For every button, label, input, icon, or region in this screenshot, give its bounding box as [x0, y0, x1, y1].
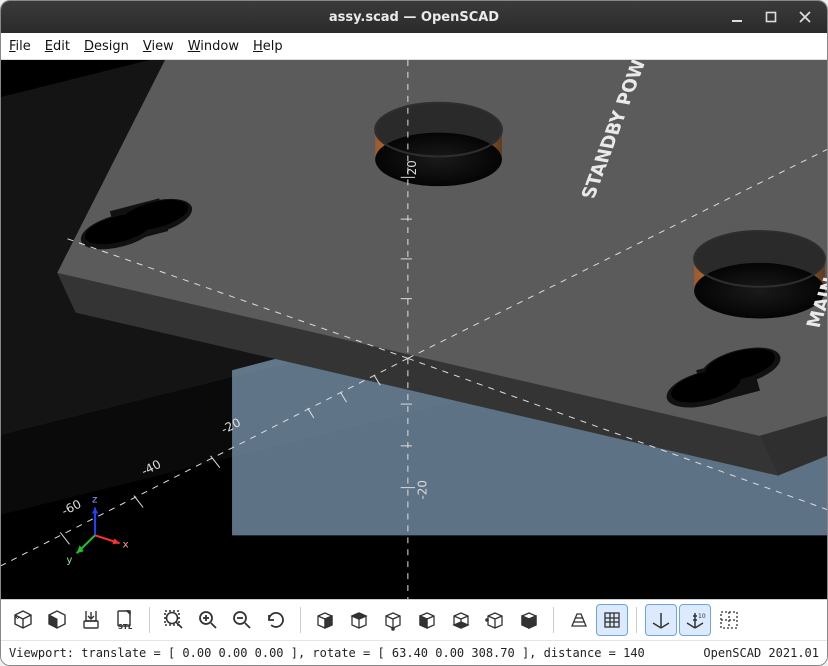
render-button[interactable]: [41, 604, 73, 636]
status-viewport-info: Viewport: translate = [ 0.00 0.00 0.00 ]…: [9, 646, 645, 660]
viewport-3d[interactable]: STANDBY POWER MAIN P: [1, 60, 827, 599]
show-axes-button[interactable]: [645, 604, 677, 636]
export-stl-button[interactable]: STL: [109, 604, 141, 636]
perspective-button[interactable]: [562, 604, 594, 636]
orthogonal-button[interactable]: [596, 604, 628, 636]
view-back-button[interactable]: [479, 604, 511, 636]
show-scale-markers-button[interactable]: 10: [679, 604, 711, 636]
statusbar: Viewport: translate = [ 0.00 0.00 0.00 ]…: [1, 640, 827, 665]
view-front-button[interactable]: [445, 604, 477, 636]
menu-help[interactable]: Help: [253, 39, 283, 54]
svg-text:z: z: [92, 495, 97, 506]
zoom-all-button[interactable]: [158, 604, 190, 636]
svg-text:10: 10: [698, 613, 706, 620]
view-left-button[interactable]: [411, 604, 443, 636]
menu-window[interactable]: Window: [188, 39, 239, 54]
view-bottom-button[interactable]: [377, 604, 409, 636]
svg-text:x: x: [123, 539, 129, 550]
preview-button[interactable]: »: [7, 604, 39, 636]
svg-text:y: y: [66, 555, 72, 566]
app-window: assy.scad — OpenSCAD File Edit Design Vi…: [0, 0, 828, 666]
menubar: File Edit Design View Window Help: [1, 33, 827, 60]
menu-edit[interactable]: Edit: [45, 39, 70, 54]
svg-text:»: »: [14, 613, 20, 623]
view-right-button[interactable]: [309, 604, 341, 636]
window-minimize-button[interactable]: [721, 5, 753, 29]
show-crosshair-button[interactable]: [713, 604, 745, 636]
view-toolbar: » STL: [1, 599, 827, 640]
toolbar-sep-1: [149, 607, 150, 633]
send-to-print-button[interactable]: [75, 604, 107, 636]
zoom-out-button[interactable]: [226, 604, 258, 636]
view-diagonal-button[interactable]: [513, 604, 545, 636]
window-title: assy.scad — OpenSCAD: [329, 10, 499, 25]
status-version: OpenSCAD 2021.01: [703, 646, 819, 660]
window-controls: [721, 1, 821, 33]
toolbar-sep-2: [300, 607, 301, 633]
svg-text:STL: STL: [118, 623, 133, 631]
menu-view[interactable]: View: [143, 39, 174, 54]
reset-view-button[interactable]: [260, 604, 292, 636]
zoom-in-button[interactable]: [192, 604, 224, 636]
svg-text:20: 20: [405, 160, 419, 175]
window-maximize-button[interactable]: [755, 5, 787, 29]
menu-file[interactable]: File: [9, 39, 31, 54]
titlebar[interactable]: assy.scad — OpenSCAD: [1, 1, 827, 33]
window-close-button[interactable]: [789, 5, 821, 29]
view-top-button[interactable]: [343, 604, 375, 636]
toolbar-sep-4: [636, 607, 637, 633]
svg-text:-20: -20: [415, 480, 429, 499]
menu-design[interactable]: Design: [84, 39, 129, 54]
toolbar-sep-3: [553, 607, 554, 633]
